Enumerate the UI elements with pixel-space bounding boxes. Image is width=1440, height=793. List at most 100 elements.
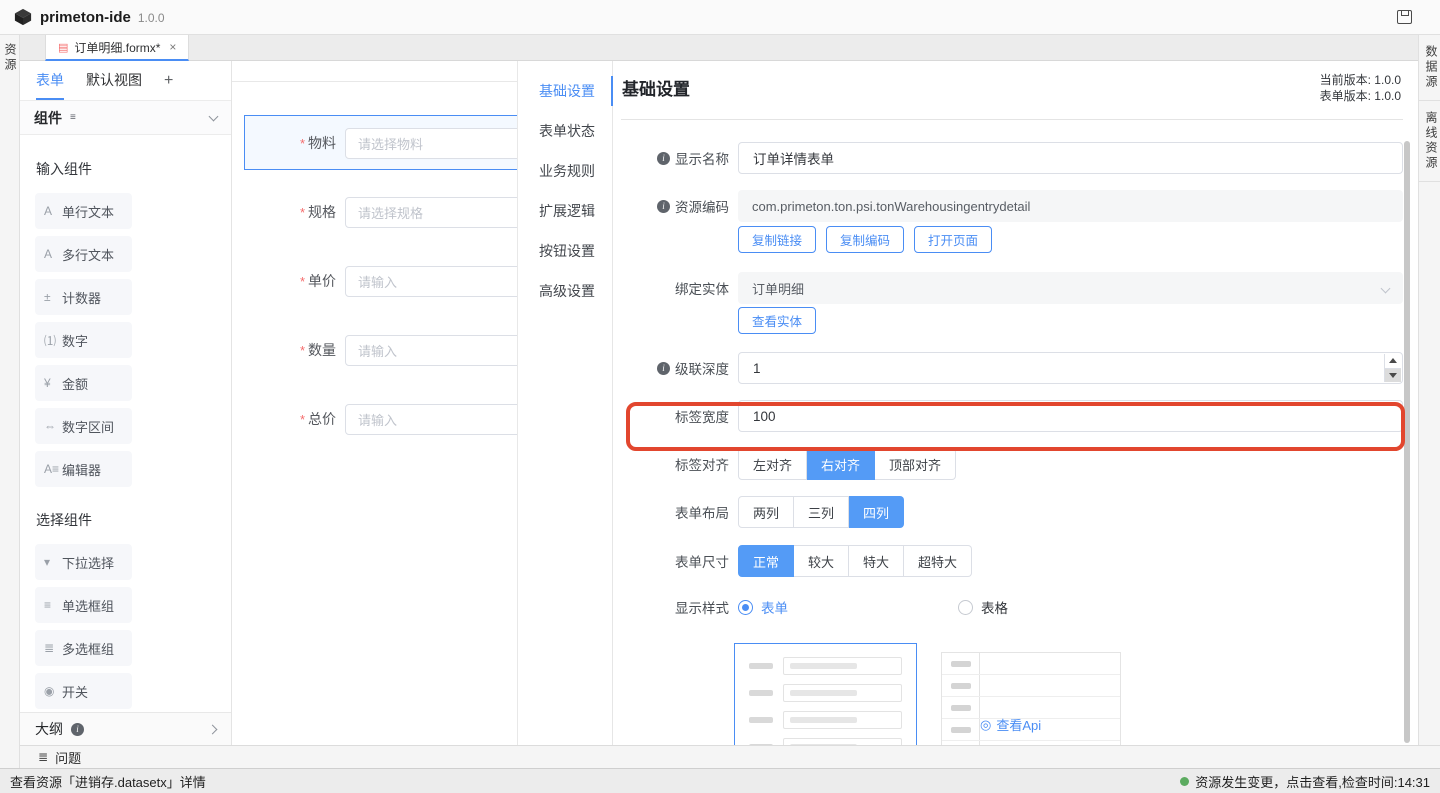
canvas-field-2[interactable]: *规格请选择规格: [232, 196, 517, 228]
label-align-option-2[interactable]: 右对齐: [807, 448, 875, 480]
form-layout-label: 表单布局: [621, 502, 729, 522]
copy-link-button[interactable]: 复制链接: [738, 226, 816, 253]
status-left-text[interactable]: 查看资源「进销存.datasetx」详情: [10, 772, 206, 791]
component-editor[interactable]: A≡编辑器: [35, 451, 132, 487]
display-name-label: i 显示名称: [621, 148, 729, 168]
settings-nav-按钮设置[interactable]: 按钮设置: [518, 231, 612, 271]
component-number-range[interactable]: ⇔数字区间: [35, 408, 132, 444]
copy-code-button[interactable]: 复制编码: [826, 226, 904, 253]
view-api-link[interactable]: ◎ 查看Api: [980, 715, 1041, 734]
form-style-preview[interactable]: [734, 643, 917, 745]
canvas-field-5[interactable]: *总价请输入: [232, 403, 517, 435]
component-label: 多行文本: [62, 245, 114, 264]
form-size-option-1[interactable]: 正常: [738, 545, 794, 577]
single-line-text-icon: A: [44, 204, 62, 218]
close-tab-icon[interactable]: ×: [169, 40, 176, 54]
settings-nav-扩展逻辑[interactable]: 扩展逻辑: [518, 191, 612, 231]
chevron-right-icon[interactable]: [208, 724, 218, 734]
display-style-radio-table[interactable]: 表格: [958, 597, 1008, 617]
field-input[interactable]: 请选择规格: [345, 197, 517, 228]
field-label-text: 总价: [308, 411, 336, 427]
preview-table-cell: [942, 675, 980, 696]
add-view-tab-button[interactable]: +: [164, 61, 173, 100]
preview-form-row: [749, 657, 902, 675]
component-money[interactable]: ¥金额: [35, 365, 132, 401]
label-width-row: 标签宽度 100: [621, 400, 1403, 432]
chevron-down-icon: [1381, 284, 1391, 294]
info-icon: i: [657, 362, 670, 375]
save-icon[interactable]: [1397, 10, 1412, 24]
label-align-option-1[interactable]: 左对齐: [738, 448, 807, 480]
settings-panel: 基础设置表单状态业务规则扩展逻辑按钮设置高级设置 基础设置 当前版本: 1.0.…: [517, 61, 1412, 745]
form-size-option-4[interactable]: 超特大: [904, 545, 972, 577]
settings-nav-业务规则[interactable]: 业务规则: [518, 151, 612, 191]
problems-bar[interactable]: ≣ 问题: [20, 745, 1440, 768]
form-size-option-2[interactable]: 较大: [794, 545, 849, 577]
component-section-title: 选择组件: [36, 510, 216, 530]
spinner-down-button[interactable]: [1385, 369, 1401, 383]
table-style-preview[interactable]: ◎ 查看Api: [941, 652, 1121, 745]
bind-entity-select[interactable]: 订单明细: [738, 272, 1403, 304]
settings-nav-高级设置[interactable]: 高级设置: [518, 271, 612, 311]
canvas-field-3[interactable]: *单价请输入: [232, 265, 517, 297]
view-tab-form[interactable]: 表单: [36, 61, 64, 100]
settings-nav-表单状态[interactable]: 表单状态: [518, 111, 612, 151]
field-input[interactable]: 请输入: [345, 266, 517, 297]
file-tab[interactable]: ▤ 订单明细.formx* ×: [45, 35, 189, 61]
component-checkbox-group[interactable]: ≣多选框组: [35, 630, 132, 666]
canvas-field-1[interactable]: *物料请选择物料: [232, 127, 517, 159]
field-label: *规格: [232, 202, 345, 222]
number-icon: ⑴: [44, 332, 62, 349]
settings-scrollbar[interactable]: [1404, 141, 1410, 743]
view-entity-button[interactable]: 查看实体: [738, 307, 816, 334]
required-asterisk-icon: *: [300, 205, 305, 220]
rail-tab-offline-resources[interactable]: 离线资源: [1419, 111, 1440, 182]
outline-bar[interactable]: 大纲 i: [20, 712, 231, 745]
preview-label-bar: [749, 663, 773, 669]
form-size-row: 表单尺寸 正常较大特大超特大: [621, 545, 1403, 577]
form-size-option-3[interactable]: 特大: [849, 545, 904, 577]
component-counter[interactable]: ±计数器: [35, 279, 132, 315]
component-single-line-text[interactable]: A单行文本: [35, 193, 132, 229]
field-label-text: 规格: [308, 204, 336, 220]
chevron-down-icon[interactable]: [209, 111, 219, 121]
status-right[interactable]: 资源发生变更，点击查看,检查时间:14:31: [1180, 772, 1430, 791]
rail-tab-datasource[interactable]: 数据源: [1419, 45, 1440, 101]
settings-nav-基础设置[interactable]: 基础设置: [518, 71, 612, 111]
drag-handle-icon: ≡: [70, 112, 76, 123]
component-dropdown-select[interactable]: ▾下拉选择: [35, 544, 132, 580]
preview-table-row: [942, 653, 1120, 675]
display-name-row: i 显示名称 订单详情表单: [621, 142, 1403, 174]
field-input[interactable]: 请输入: [345, 404, 517, 435]
component-label: 编辑器: [62, 460, 101, 479]
spinner-up-button[interactable]: [1385, 354, 1401, 369]
field-label-text: 单价: [308, 273, 336, 289]
component-multi-line-text[interactable]: A多行文本: [35, 236, 132, 272]
component-switch[interactable]: ◉开关: [35, 673, 132, 709]
form-layout-option-2[interactable]: 三列: [794, 496, 849, 528]
display-name-input[interactable]: 订单详情表单: [738, 142, 1403, 174]
label-width-input[interactable]: 100: [738, 400, 1403, 432]
components-header[interactable]: 组件 ≡: [20, 100, 231, 135]
field-input[interactable]: 请输入: [345, 335, 517, 366]
display-style-label: 显示样式: [621, 597, 729, 617]
canvas-field-4[interactable]: *数量请输入: [232, 334, 517, 366]
label-align-option-3[interactable]: 顶部对齐: [875, 448, 956, 480]
spinner: [1384, 354, 1401, 382]
bind-entity-label: 绑定实体: [621, 278, 729, 298]
form-layout-option-3[interactable]: 四列: [849, 496, 904, 528]
bind-entity-row: 绑定实体 订单明细: [621, 272, 1403, 304]
display-style-radio-form[interactable]: 表单: [738, 597, 788, 617]
cascade-depth-input[interactable]: 1: [738, 352, 1403, 384]
open-page-button[interactable]: 打开页面: [914, 226, 992, 253]
view-tab-default-view[interactable]: 默认视图: [86, 61, 142, 100]
component-radio-group[interactable]: ≡单选框组: [35, 587, 132, 623]
canvas-toolbar-strip: [232, 61, 517, 82]
radio-label: 表单: [761, 597, 788, 617]
component-label: 多选框组: [62, 639, 114, 658]
field-input[interactable]: 请选择物料: [345, 128, 517, 159]
component-number[interactable]: ⑴数字: [35, 322, 132, 358]
rail-resources-tab[interactable]: 资源: [0, 43, 19, 73]
preview-label-bar: [749, 690, 773, 696]
form-layout-option-1[interactable]: 两列: [738, 496, 794, 528]
